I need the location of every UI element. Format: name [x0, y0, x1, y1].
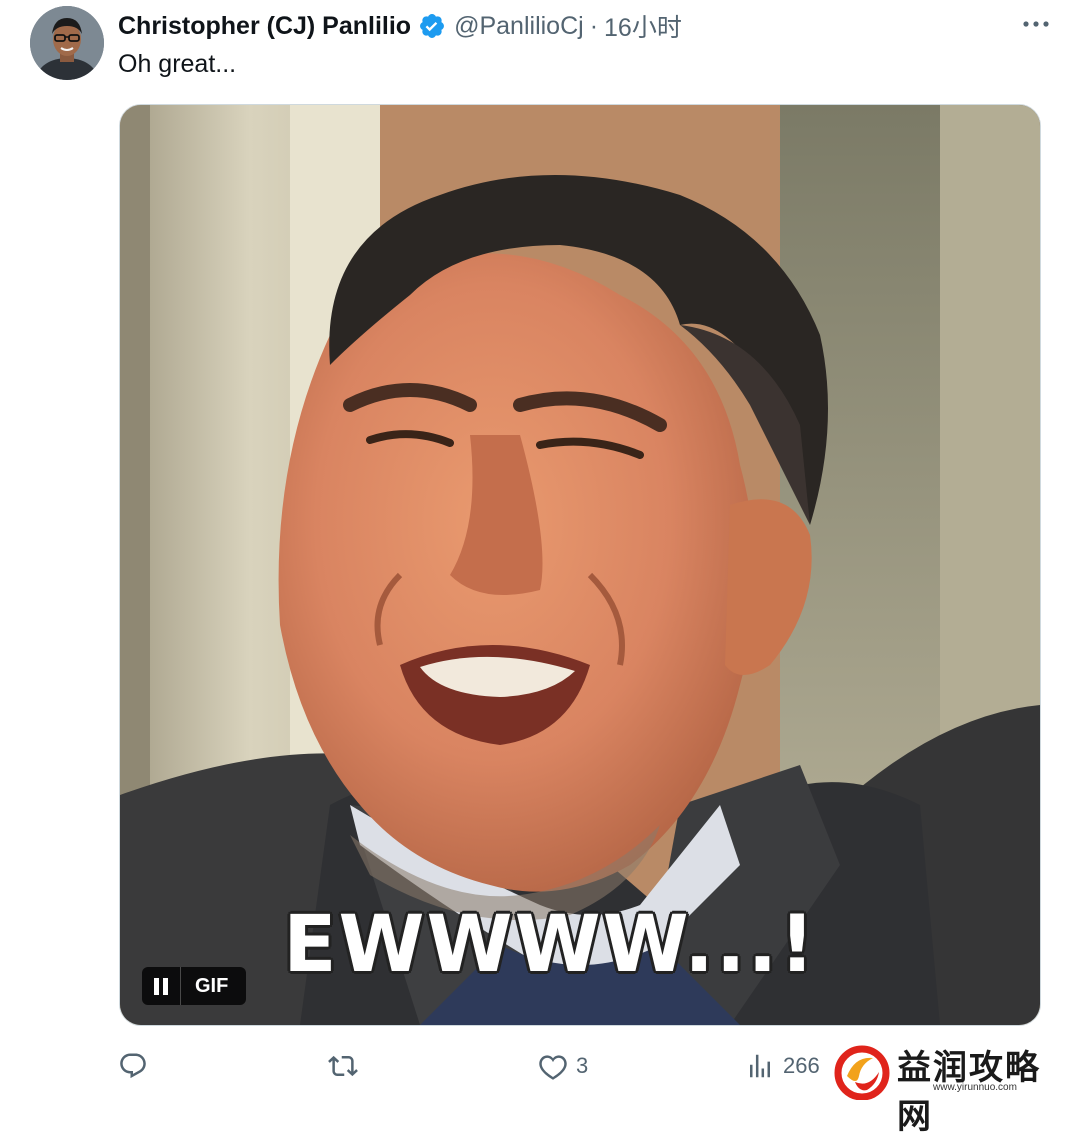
gif-label: GIF: [195, 974, 229, 997]
view-count: 266: [783, 1053, 820, 1078]
gif-badge[interactable]: GIF: [142, 967, 246, 1005]
heart-icon: [539, 1055, 567, 1080]
separator-dot: ·: [589, 11, 599, 40]
gif-caption: EWWWW...!: [283, 900, 817, 990]
verified-badge-icon: [418, 12, 446, 40]
tweet-text: Oh great...: [118, 50, 237, 78]
bar-chart-icon: [750, 1054, 770, 1078]
like-count: 3: [576, 1053, 589, 1078]
reply-icon: [120, 1053, 146, 1079]
gif-media[interactable]: EWWWW...! GIF: [119, 104, 1041, 1026]
site-watermark: 益润攻略网 www.yirunnuo.com: [833, 1038, 1073, 1137]
tweet: Christopher (CJ) Panlilio @PanlilioCj · …: [0, 0, 1080, 1137]
more-horizontal-icon[interactable]: [1018, 10, 1054, 38]
pause-icon[interactable]: [142, 967, 180, 1005]
timestamp[interactable]: 16小时: [604, 8, 682, 44]
avatar[interactable]: [30, 6, 104, 80]
views-button[interactable]: 266: [745, 1044, 820, 1088]
tweet-header: Christopher (CJ) Panlilio @PanlilioCj · …: [118, 8, 682, 44]
reply-button[interactable]: [118, 1044, 156, 1088]
like-button[interactable]: 3: [538, 1044, 588, 1088]
retweet-button[interactable]: [328, 1044, 366, 1088]
gif-image: [120, 105, 1040, 1025]
retweet-icon: [328, 1055, 358, 1077]
watermark-logo-icon: [834, 1045, 890, 1100]
user-handle[interactable]: @PanlilioCj: [454, 12, 584, 41]
watermark-url: www.yirunnuo.com: [933, 1082, 1017, 1093]
avatar-image: [30, 6, 104, 80]
display-name[interactable]: Christopher (CJ) Panlilio: [118, 12, 411, 41]
